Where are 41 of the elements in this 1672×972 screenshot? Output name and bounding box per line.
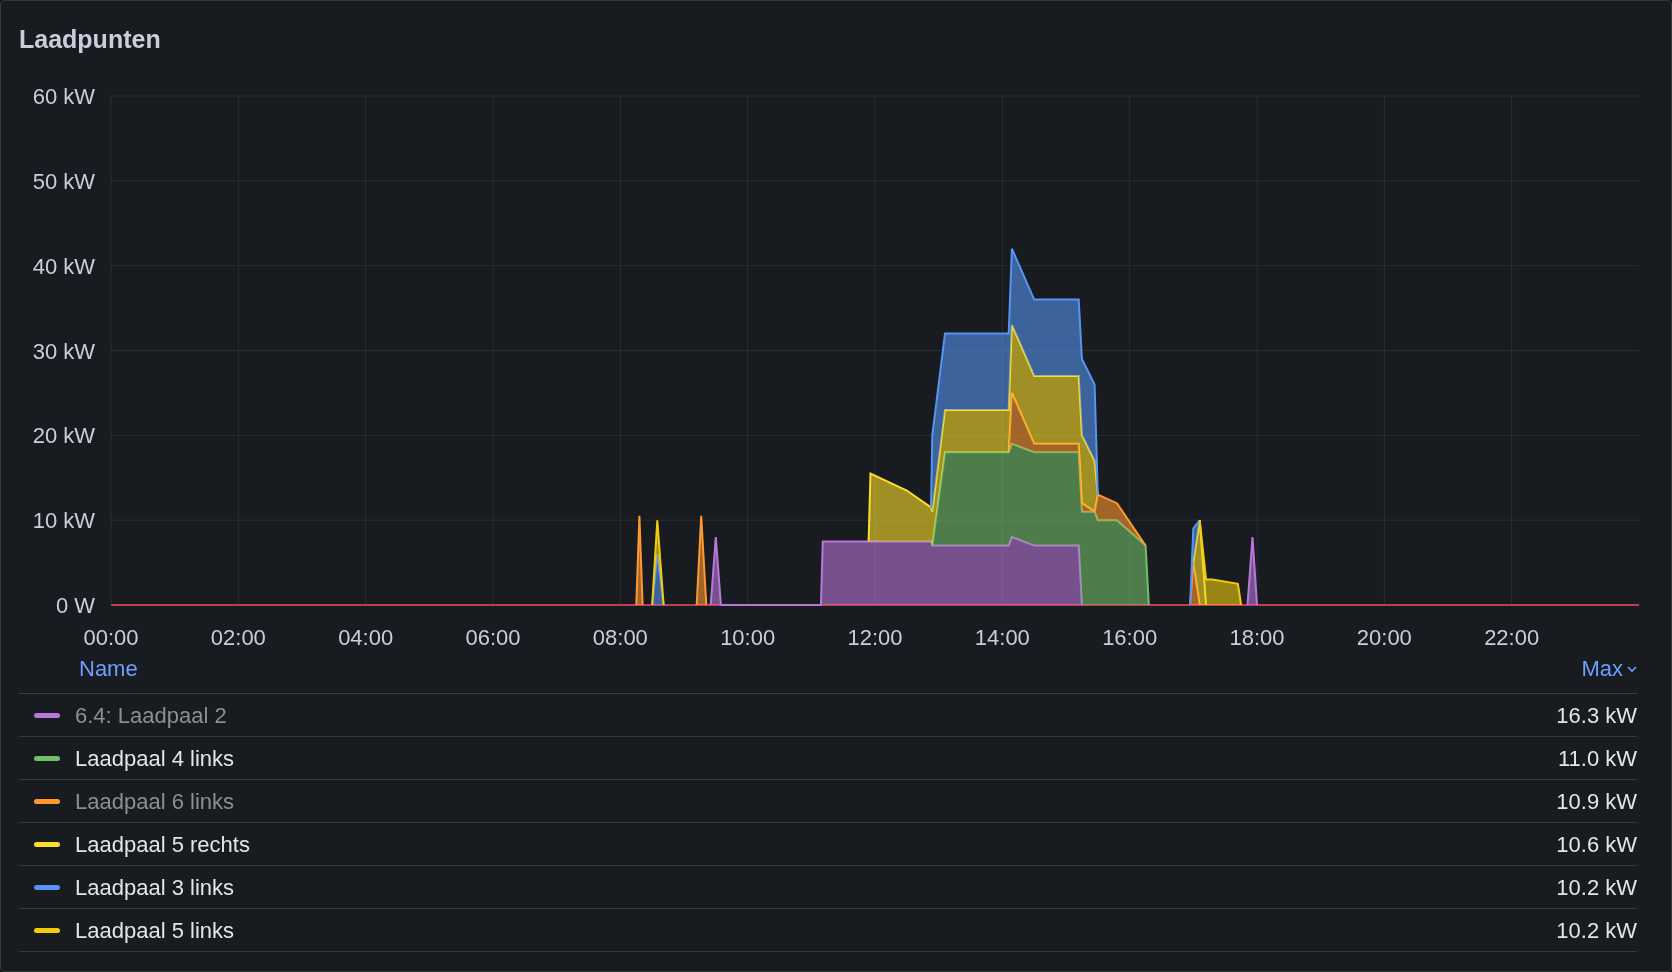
panel-title: Laadpunten xyxy=(19,25,161,53)
y-axis-label: 30 kW xyxy=(32,338,95,364)
legend-row[interactable]: Laadpaal 5 links 10.2 kW xyxy=(19,909,1637,952)
x-axis-label: 02:00 xyxy=(210,625,266,650)
series-name: Laadpaal 6 links xyxy=(75,787,234,816)
y-axis-label: 20 kW xyxy=(32,423,95,449)
y-axis-label: 40 kW xyxy=(32,253,95,279)
legend-row[interactable]: Laadpaal 3 links 10.2 kW xyxy=(19,866,1637,909)
x-axis-label: 20:00 xyxy=(1356,625,1412,650)
chevron-down-icon xyxy=(1627,664,1637,673)
y-axis-label: 0 W xyxy=(55,593,95,618)
series-name: Laadpaal 5 rechts xyxy=(75,830,250,859)
legend-row[interactable]: Laadpaal 6 links 10.9 kW xyxy=(19,780,1637,823)
max-value: 16.3 kW xyxy=(1556,701,1637,730)
x-axis-label: 04:00 xyxy=(338,625,394,650)
series-name: Laadpaal 5 links xyxy=(75,916,234,945)
max-value: 10.6 kW xyxy=(1556,830,1637,859)
x-axis-label: 16:00 xyxy=(1102,625,1158,650)
x-axis-label: 06:00 xyxy=(465,625,521,650)
series-name: Laadpaal 4 links xyxy=(75,744,234,773)
x-axis-label: 00:00 xyxy=(83,625,139,650)
name-column-header[interactable]: Name xyxy=(79,652,138,685)
x-axis-label: 12:00 xyxy=(847,625,903,650)
legend-row[interactable]: Laadpaal 4 links 11.0 kW xyxy=(19,737,1637,780)
y-axis-label: 10 kW xyxy=(32,508,95,534)
x-axis-label: 14:00 xyxy=(974,625,1030,650)
max-value: 10.2 kW xyxy=(1556,916,1637,945)
series-name: Laadpaal 3 links xyxy=(75,873,234,902)
max-value: 10.9 kW xyxy=(1556,787,1637,816)
max-value: 11.0 kW xyxy=(1557,744,1637,773)
x-axis-label: 08:00 xyxy=(592,625,648,650)
x-axis-label: 22:00 xyxy=(1484,625,1540,650)
max-value: 10.2 kW xyxy=(1556,873,1637,902)
legend-row[interactable]: 6.4: Laadpaal 2 16.3 kW xyxy=(19,694,1637,737)
legend-row[interactable]: Laadpaal 5 rechts 10.6 kW xyxy=(19,823,1637,866)
series-name: 6.4: Laadpaal 2 xyxy=(75,701,227,730)
max-column-header[interactable]: Max xyxy=(1581,652,1623,685)
x-axis-label: 18:00 xyxy=(1229,625,1285,650)
y-axis-label: 50 kW xyxy=(32,168,95,194)
y-axis-label: 60 kW xyxy=(32,84,95,109)
x-axis-label: 10:00 xyxy=(720,625,776,650)
